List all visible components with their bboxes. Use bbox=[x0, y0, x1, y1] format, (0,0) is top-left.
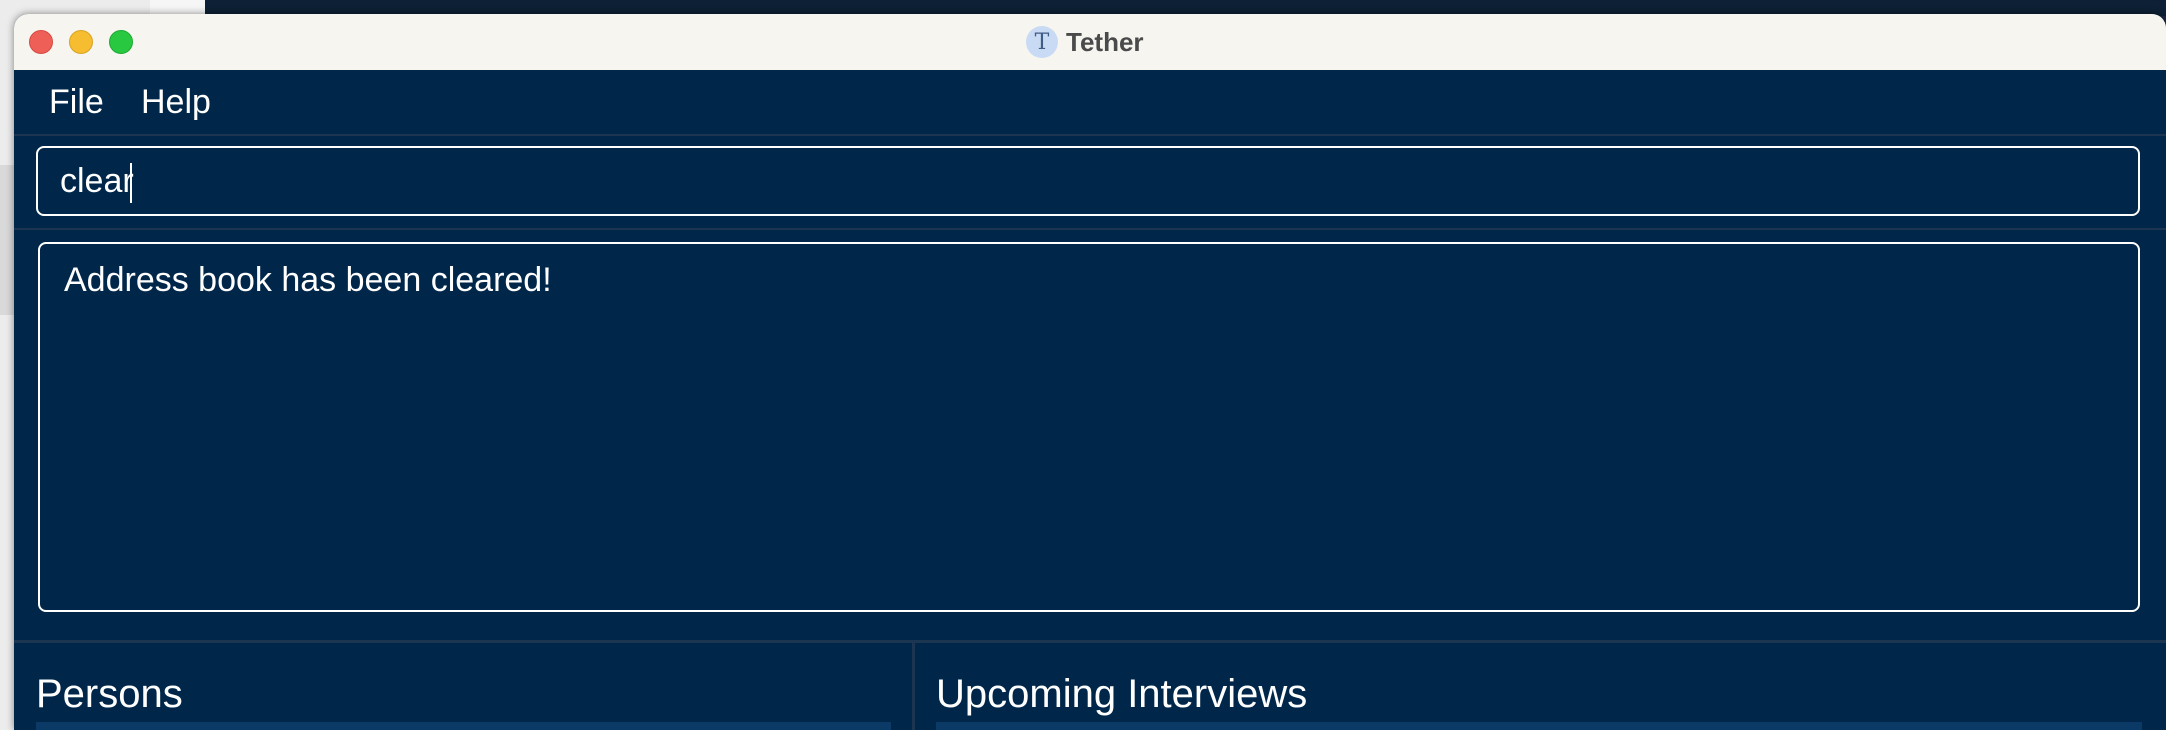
bottom-panels: Persons Upcoming Interviews bbox=[14, 643, 2166, 730]
result-display-area: Address book has been cleared! bbox=[14, 230, 2166, 643]
command-input-text: clear bbox=[60, 162, 134, 200]
command-input[interactable]: clear bbox=[36, 146, 2140, 216]
menu-help[interactable]: Help bbox=[141, 80, 211, 124]
menu-file[interactable]: File bbox=[49, 80, 104, 124]
text-caret bbox=[129, 163, 132, 204]
result-display[interactable]: Address book has been cleared! bbox=[38, 242, 2140, 612]
window-title: Tether bbox=[1066, 26, 1144, 57]
app-window: T Tether File Help clear Address book ha… bbox=[14, 14, 2166, 730]
title-bar[interactable]: T Tether bbox=[14, 14, 2166, 71]
app-logo-icon: T bbox=[1026, 26, 1058, 58]
persons-list[interactable] bbox=[36, 722, 891, 730]
panel-divider[interactable] bbox=[912, 643, 915, 730]
window-title-group: T Tether bbox=[1026, 24, 1144, 60]
result-message: Address book has been cleared! bbox=[64, 261, 552, 299]
command-box-area: clear bbox=[14, 136, 2166, 230]
close-window-button[interactable] bbox=[29, 30, 53, 54]
minimize-window-button[interactable] bbox=[69, 30, 93, 54]
interviews-panel-title: Upcoming Interviews bbox=[936, 672, 1308, 716]
interviews-list[interactable] bbox=[936, 722, 2142, 730]
maximize-window-button[interactable] bbox=[109, 30, 133, 54]
menu-bar: File Help bbox=[14, 70, 2166, 136]
persons-panel-title: Persons bbox=[36, 672, 183, 716]
